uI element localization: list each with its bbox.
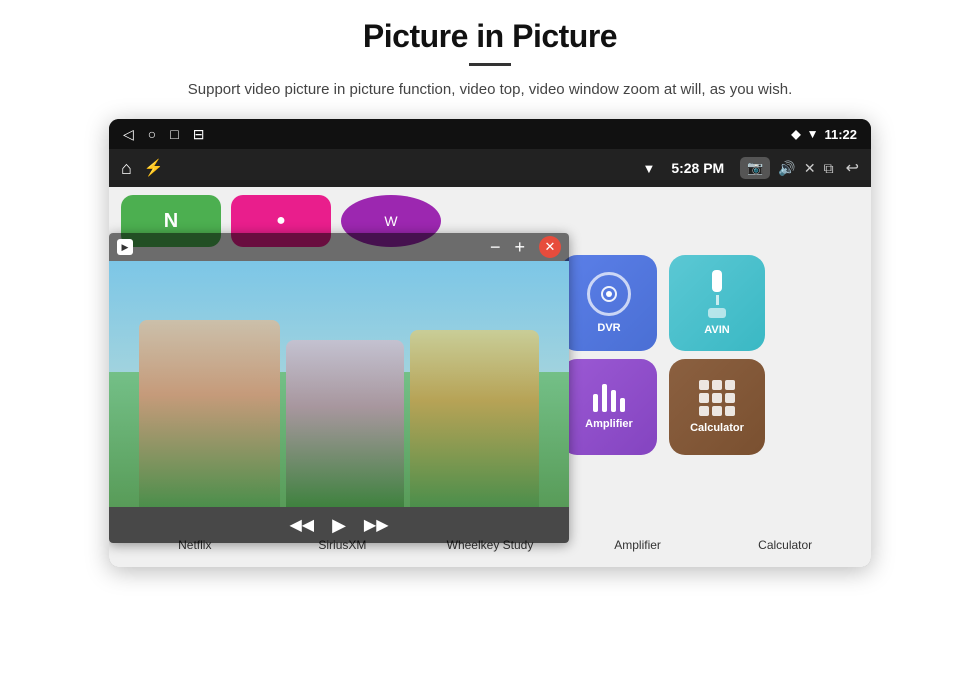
app-grid-right: DVR AVIN: [549, 247, 871, 523]
status-left: ◁ ○ □ ⊟: [123, 126, 204, 143]
middle-area: ▶ − + ✕: [109, 247, 871, 523]
calculator-bottom: Calculator: [711, 538, 859, 552]
avin-wire: [716, 295, 719, 305]
back-button[interactable]: ↩: [846, 158, 859, 178]
amp-bar-4: [620, 398, 625, 412]
avin-label: AVIN: [704, 324, 729, 336]
pip-video-overlay: [109, 261, 569, 507]
amplifier-icon-graphic: [593, 384, 625, 412]
pip-plus[interactable]: +: [514, 237, 525, 258]
recents-nav-icon[interactable]: □: [170, 126, 178, 142]
calculator-bottom-label: Calculator: [758, 538, 812, 552]
pip-window[interactable]: ▶ − + ✕: [109, 233, 569, 543]
menu-nav-icon[interactable]: ⊟: [193, 126, 205, 143]
volume-icon[interactable]: 🔊: [778, 160, 795, 177]
nav-right-icons: 🔊 ✕ ⧉: [778, 160, 833, 177]
dvr-icon-graphic: [587, 272, 631, 316]
app-row-1: DVR AVIN: [561, 255, 859, 351]
amplifier-bottom: Amplifier: [564, 538, 712, 552]
calc-key-5: [712, 393, 722, 403]
main-content: N ● W ▶ − + ✕: [109, 187, 871, 567]
dvr-label: DVR: [597, 322, 620, 334]
status-right: ◆ ▼ 11:22: [791, 127, 857, 142]
pip-minus[interactable]: −: [490, 237, 501, 258]
usb-icon: ⚡: [144, 158, 164, 178]
amplifier-label: Amplifier: [585, 418, 633, 430]
nav-center: ▼ 5:28 PM 📷: [642, 157, 770, 179]
pip-play-button[interactable]: ▶: [332, 515, 346, 536]
avin-icon-graphic: [708, 270, 726, 318]
wifi-icon: ▼: [642, 161, 655, 176]
device-frame: ◁ ○ □ ⊟ ◆ ▼ 11:22 ⌂ ⚡ ▼ 5:28 PM 📷 🔊 ✕: [109, 119, 871, 567]
calc-key-2: [712, 380, 722, 390]
amp-bar-3: [611, 390, 616, 412]
home-icon[interactable]: ⌂: [121, 158, 132, 179]
dvr-app-icon[interactable]: DVR: [561, 255, 657, 351]
amp-bar-1: [593, 394, 598, 412]
amplifier-bottom-label: Amplifier: [614, 538, 661, 552]
pip-bottom-bar: ◀◀ ▶ ▶▶: [109, 507, 569, 543]
calculator-app-icon[interactable]: Calculator: [669, 359, 765, 455]
signal-icon: ▼: [807, 127, 819, 141]
page-wrapper: Picture in Picture Support video picture…: [0, 0, 980, 691]
calc-key-4: [699, 393, 709, 403]
back-nav-icon[interactable]: ◁: [123, 126, 134, 143]
nav-bar: ⌂ ⚡ ▼ 5:28 PM 📷 🔊 ✕ ⧉ ↩: [109, 149, 871, 187]
amp-bar-2: [602, 384, 607, 412]
avin-app-icon[interactable]: AVIN: [669, 255, 765, 351]
status-time: 11:22: [824, 127, 857, 142]
pip-video: [109, 261, 569, 507]
pip-icon[interactable]: ⧉: [824, 160, 834, 177]
calculator-icon-graphic: [699, 380, 735, 416]
avin-plug: [712, 270, 722, 292]
title-divider: [469, 63, 511, 66]
home-nav-icon[interactable]: ○: [148, 126, 156, 142]
pip-controls: − + ✕: [490, 236, 561, 258]
pip-close-button[interactable]: ✕: [539, 236, 561, 258]
pip-next-button[interactable]: ▶▶: [364, 515, 389, 535]
location-icon: ◆: [791, 127, 800, 141]
calc-key-8: [712, 406, 722, 416]
calculator-label: Calculator: [690, 422, 744, 434]
app-row-2: Amplifier: [561, 359, 859, 455]
calc-key-3: [725, 380, 735, 390]
calc-key-7: [699, 406, 709, 416]
camera-button[interactable]: 📷: [740, 157, 770, 179]
amplifier-app-icon[interactable]: Amplifier: [561, 359, 657, 455]
page-title: Picture in Picture: [363, 18, 617, 55]
nav-time: 5:28 PM: [671, 160, 724, 176]
calc-key-6: [725, 393, 735, 403]
close-icon[interactable]: ✕: [804, 160, 816, 177]
pip-prev-button[interactable]: ◀◀: [289, 515, 314, 535]
calc-key-9: [725, 406, 735, 416]
pip-titlebar: ▶ − + ✕: [109, 233, 569, 261]
calc-key-1: [699, 380, 709, 390]
status-bar: ◁ ○ □ ⊟ ◆ ▼ 11:22: [109, 119, 871, 149]
page-subtitle: Support video picture in picture functio…: [188, 78, 792, 101]
avin-base: [708, 308, 726, 318]
pip-rec-icon: ▶: [117, 239, 133, 255]
dvr-dot: [606, 291, 612, 297]
